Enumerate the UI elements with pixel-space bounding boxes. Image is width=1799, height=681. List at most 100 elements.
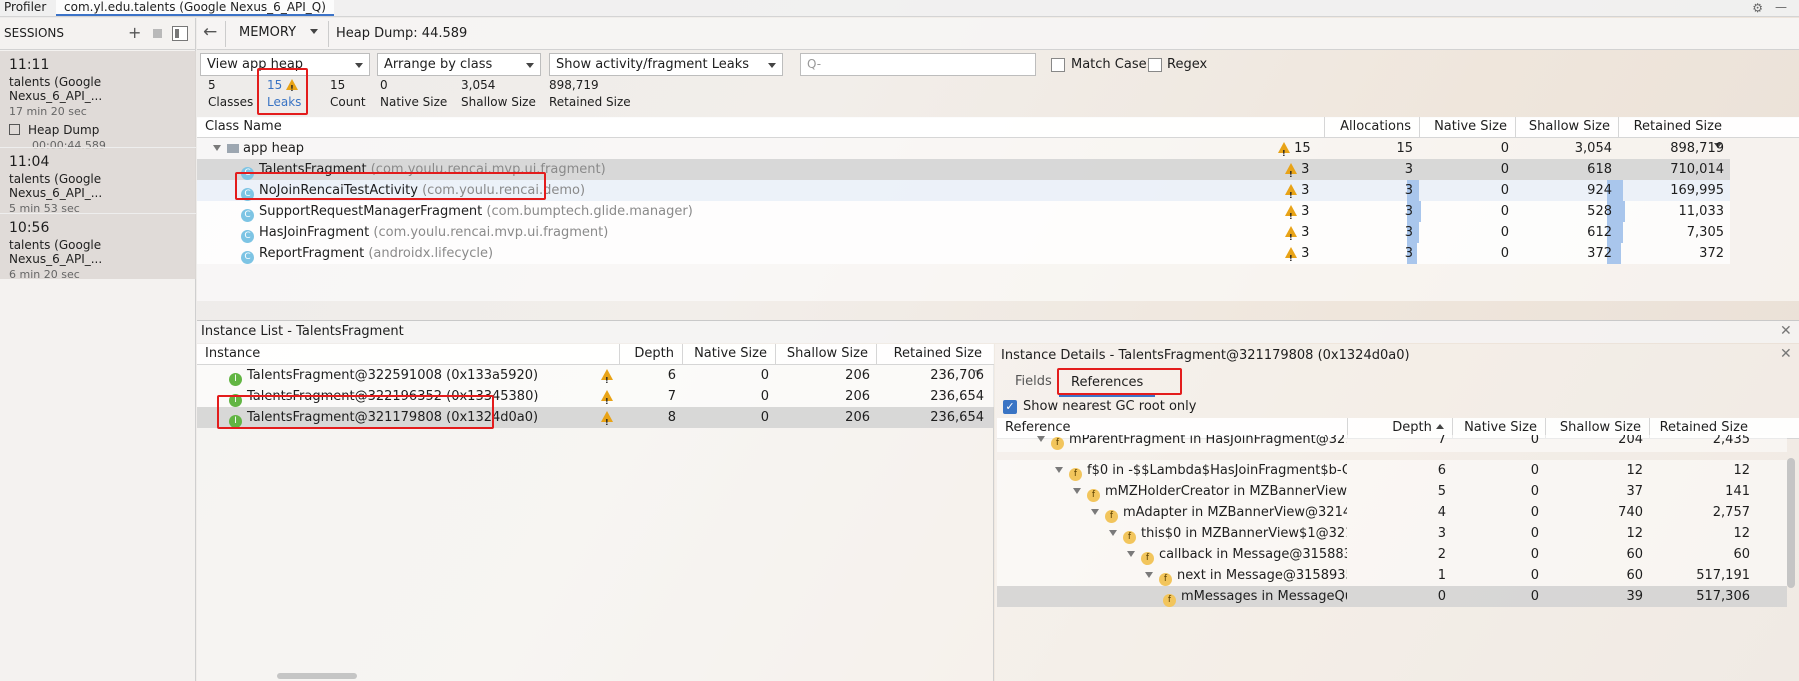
tab-references[interactable]: References — [1059, 373, 1156, 397]
close-icon[interactable]: ✕ — [1780, 346, 1792, 362]
expand-icon[interactable] — [1127, 551, 1135, 557]
class-row[interactable]: C HasJoinFragment (com.youlu.rencai.mvp.u… — [197, 222, 1730, 243]
session-item-2[interactable]: 11:04 talents (Google Nexus_6_API_... 5 … — [0, 147, 196, 215]
add-session-icon[interactable]: + — [128, 23, 141, 42]
retained-cell: 517,306 — [1696, 589, 1750, 604]
class-row-root[interactable]: app heap 15 15 0 3,054 898,719 — [197, 138, 1730, 159]
class-icon: C — [241, 251, 254, 264]
heap-dump-info: Heap Dump: 44.589 — [336, 26, 468, 41]
expand-icon[interactable] — [1109, 530, 1117, 536]
leak-count: 3 — [1279, 243, 1323, 264]
heap-dump-icon — [9, 124, 20, 135]
expand-icon[interactable] — [1073, 488, 1081, 494]
reference-row[interactable]: f mAdapter in MZBannerView@321483200 (0x1… — [997, 502, 1787, 523]
class-row[interactable]: C NoJoinRencaiTestActivity (com.youlu.ren… — [197, 180, 1730, 201]
reference-name: mAdapter in MZBannerView@321483200 (0x1 — [1123, 505, 1347, 520]
shallow-cell: 60 — [1626, 568, 1643, 583]
instance-row[interactable]: I TalentsFragment@321179808 (0x1324d0a0) 8… — [197, 407, 994, 428]
depth-cell: 3 — [1437, 526, 1446, 541]
shallow-cell: 37 — [1626, 484, 1643, 499]
class-row[interactable]: C TalentsFragment (com.youlu.rencai.mvp.u… — [197, 159, 1730, 180]
alloc-cell: 3 — [1404, 246, 1413, 261]
regex-checkbox[interactable] — [1148, 58, 1162, 72]
session-item-1[interactable]: 11:11 talents (Google Nexus_6_API_... 17… — [0, 51, 196, 152]
class-row[interactable]: C SupportRequestManagerFragment (com.bump… — [197, 201, 1730, 222]
match-case-checkbox[interactable] — [1051, 58, 1065, 72]
reference-name: this$0 in MZBannerView$1@321484736 (0x — [1141, 526, 1347, 541]
gear-icon[interactable]: ⚙ — [1752, 1, 1763, 15]
leaks-select[interactable]: Show activity/fragment Leaks — [549, 53, 783, 76]
col-allocations[interactable]: Allocations — [1324, 117, 1419, 138]
reference-row[interactable]: f this$0 in MZBannerView$1@321484736 (0x 3… — [997, 523, 1787, 544]
reference-name: next in Message@315893584 (0x12c — [1177, 568, 1347, 583]
instance-row[interactable]: I TalentsFragment@322591008 (0x133a5920) 6… — [197, 365, 994, 386]
expand-icon[interactable] — [1091, 509, 1099, 515]
session-device: talents (Google Nexus_6_API_... — [9, 75, 103, 103]
search-input[interactable]: Q- — [800, 53, 1036, 76]
top-bar: Profiler com.yl.edu.talents (Google Nexu… — [0, 0, 1799, 17]
retained-cell: 236,654 — [930, 389, 984, 404]
depth-cell: 6 — [1437, 463, 1446, 478]
stat-value: 3,054 — [461, 78, 496, 92]
retained-cell: 169,995 — [1670, 183, 1724, 198]
class-package: (com.youlu.rencai.demo) — [422, 183, 586, 198]
col-shallow-size[interactable]: Shallow Size — [1515, 117, 1618, 138]
col-retained-size[interactable]: Retained Size — [1618, 117, 1730, 148]
col-native-size[interactable]: Native Size — [1419, 117, 1515, 138]
instance-row[interactable]: I TalentsFragment@322196352 (0x13345380) 7… — [197, 386, 994, 407]
session-item-3[interactable]: 10:56 talents (Google Nexus_6_API_... 6 … — [0, 213, 196, 281]
heap-dump-entry[interactable]: Heap Dump — [9, 123, 196, 137]
instance-name: TalentsFragment@322196352 (0x13345380) — [247, 389, 539, 404]
memory-dropdown[interactable]: MEMORY — [239, 25, 319, 40]
col-retained-size[interactable]: Retained Size — [876, 344, 990, 375]
close-icon[interactable]: ✕ — [1780, 323, 1792, 339]
retained-cell: 141 — [1725, 484, 1750, 499]
session-device: talents (Google Nexus_6_API_... — [9, 172, 103, 200]
field-icon: f — [1105, 510, 1118, 523]
expand-icon[interactable] — [1055, 467, 1063, 473]
minimize-icon[interactable]: — — [1775, 0, 1787, 14]
stop-icon[interactable] — [153, 29, 162, 38]
warning-icon — [1285, 247, 1297, 264]
shallow-cell: 740 — [1618, 505, 1643, 520]
col-class-name[interactable]: Class Name — [197, 117, 1324, 138]
reference-row[interactable]: f mMessages in MessageQueue@ 0 0 39 517,306 — [997, 586, 1787, 607]
class-name: SupportRequestManagerFragment — [259, 204, 483, 219]
warning-icon — [1285, 205, 1297, 222]
horizontal-scrollbar[interactable] — [277, 673, 357, 679]
alloc-cell: 3 — [1404, 162, 1413, 177]
class-row[interactable]: C ReportFragment (androidx.lifecycle) 3 3 0… — [197, 243, 1730, 264]
class-name: TalentsFragment — [259, 162, 367, 177]
app-tab[interactable]: com.yl.edu.talents (Google Nexus_6_API_Q… — [56, 0, 334, 16]
arrange-select[interactable]: Arrange by class — [377, 53, 541, 76]
heap-select[interactable]: View app heap — [200, 53, 370, 76]
back-arrow-icon[interactable]: ← — [203, 22, 217, 42]
stat-retained: 898,719 Retained Size — [549, 77, 631, 111]
col-native-size[interactable]: Native Size — [682, 344, 775, 365]
gc-root-checkbox[interactable]: ✓ — [1003, 400, 1017, 414]
reference-row[interactable]: f f$0 in -$$Lambda$HasJoinFragment$b-OMW5… — [997, 460, 1787, 481]
collapse-panel-icon[interactable] — [172, 26, 188, 41]
expand-icon[interactable] — [213, 145, 221, 151]
leak-marker — [595, 365, 617, 386]
reference-row[interactable]: f mParentFragment in HasJoinFragment@3213… — [997, 435, 1787, 452]
session-time: 10:56 — [9, 220, 50, 236]
expand-icon[interactable] — [1037, 436, 1045, 442]
col-shallow-size[interactable]: Shallow Size — [775, 344, 876, 365]
stat-leaks[interactable]: 15 Leaks — [267, 77, 301, 111]
match-case-label: Match Case — [1071, 57, 1147, 72]
reference-row[interactable]: f mMZHolderCreator in MZBannerView$MZPage… — [997, 481, 1787, 502]
reference-row[interactable]: f next in Message@315893584 (0x12c 1 0 60 517… — [997, 565, 1787, 586]
chevron-down-icon — [310, 29, 319, 34]
retained-cell: 11,033 — [1678, 204, 1725, 219]
col-depth[interactable]: Depth — [619, 344, 682, 365]
tab-fields[interactable]: Fields — [1015, 374, 1052, 389]
expand-icon[interactable] — [1145, 572, 1153, 578]
reference-name: f$0 in -$$Lambda$HasJoinFragment$b-OMW5X… — [1087, 463, 1347, 478]
col-instance[interactable]: Instance — [197, 344, 619, 365]
reference-row[interactable]: f callback in Message@315883888 (0x12 2 0 60… — [997, 544, 1787, 565]
native-cell: 0 — [760, 389, 769, 404]
root-name: app heap — [207, 138, 807, 159]
vertical-scrollbar[interactable] — [1787, 458, 1795, 588]
instance-name-cell: I TalentsFragment@322591008 (0x133a5920) — [223, 365, 553, 386]
